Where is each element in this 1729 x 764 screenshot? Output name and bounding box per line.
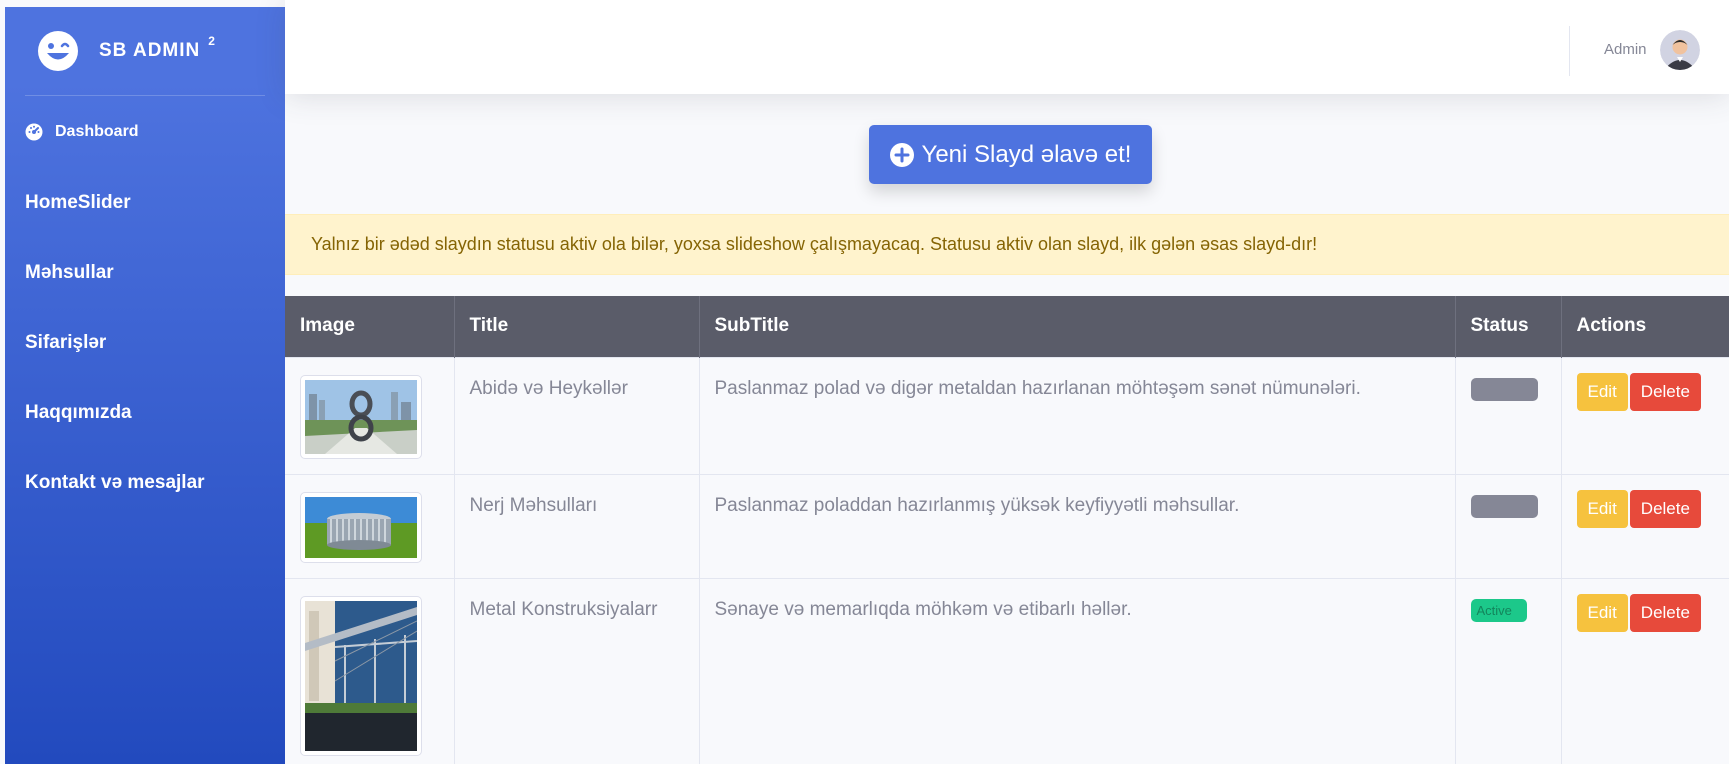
subtitle-cell: Sənaye və memarlıqda möhkəm və etibarlı … xyxy=(699,577,1456,764)
plus-circle-icon xyxy=(889,142,914,167)
user-name[interactable]: Admin xyxy=(1604,41,1647,58)
sidebar-item-products[interactable]: Məhsullar xyxy=(5,238,285,308)
tachometer-icon xyxy=(25,123,43,141)
col-header-status: Status xyxy=(1455,296,1562,357)
status-badge xyxy=(1470,377,1538,401)
table-row: Abidə və Heykəllər Paslanmaz polad və di… xyxy=(285,356,1729,474)
slide-thumbnail xyxy=(300,595,422,756)
table-row: Metal Konstruksiyalarr Sənaye və memarlı… xyxy=(285,577,1729,764)
subtitle-cell: Paslanmaz polad və digər metaldan hazırl… xyxy=(699,356,1456,474)
slide-thumbnail xyxy=(300,374,422,459)
avatar[interactable] xyxy=(1660,30,1700,70)
sidebar-item-about[interactable]: Haqqımızda xyxy=(5,378,285,448)
sidebar: SB ADMIN 2 Dashboard HomeSlider Məhsulla… xyxy=(5,7,285,764)
status-badge: Active xyxy=(1470,598,1527,622)
edit-button[interactable]: Edit xyxy=(1576,372,1628,411)
col-header-image: Image xyxy=(285,296,455,357)
image-cell xyxy=(285,577,455,764)
subtitle-cell: Paslanmaz poladdan hazırlanmış yüksək ke… xyxy=(699,473,1456,578)
sidebar-item-orders[interactable]: Sifarişlər xyxy=(5,308,285,378)
tank-image xyxy=(305,496,417,558)
actions-cell: Edit Delete xyxy=(1561,473,1729,578)
sidebar-item-label: Dashboard xyxy=(55,123,139,140)
alert-text: Yalnız bir ədəd slaydın statusu aktiv ol… xyxy=(311,234,1318,254)
status-cell xyxy=(1455,356,1562,474)
delete-button[interactable]: Delete xyxy=(1629,489,1701,528)
image-cell xyxy=(285,473,455,578)
topbar-divider xyxy=(1569,26,1570,76)
col-header-title: Title xyxy=(454,296,700,357)
topbar: Admin xyxy=(285,0,1729,94)
brand-sup: 2 xyxy=(208,34,216,48)
table-header-row: Image Title SubTitle Status Actions xyxy=(285,296,1729,357)
edit-button[interactable]: Edit xyxy=(1576,489,1628,528)
col-header-subtitle: SubTitle xyxy=(699,296,1456,357)
brand-name: SB ADMIN xyxy=(99,40,201,61)
status-badge xyxy=(1470,494,1538,518)
table-row: Nerj Məhsulları Paslanmaz poladdan hazır… xyxy=(285,473,1729,578)
title-cell: Nerj Məhsulları xyxy=(454,473,700,578)
sidebar-item-contact[interactable]: Kontakt və mesajlar xyxy=(5,448,285,518)
user-avatar-icon xyxy=(1660,30,1700,70)
title-cell: Metal Konstruksiyalarr xyxy=(454,577,700,764)
status-cell xyxy=(1455,473,1562,578)
sidebar-item-dashboard[interactable]: Dashboard xyxy=(5,96,285,168)
sidebar-item-label: Haqqımızda xyxy=(25,402,132,423)
delete-button[interactable]: Delete xyxy=(1629,372,1701,411)
delete-button[interactable]: Delete xyxy=(1629,593,1701,632)
sidebar-item-label: HomeSlider xyxy=(25,192,131,213)
warning-alert: Yalnız bir ədəd slaydın statusu aktiv ol… xyxy=(285,214,1729,275)
edit-button[interactable]: Edit xyxy=(1576,593,1628,632)
sculpture-image xyxy=(305,379,417,454)
col-header-actions: Actions xyxy=(1561,296,1729,357)
title-cell: Abidə və Heykəllər xyxy=(454,356,700,474)
slides-table: Image Title SubTitle Status Actions Abid… xyxy=(285,296,1729,764)
actions-cell: Edit Delete xyxy=(1561,577,1729,764)
sidebar-item-homeslider[interactable]: HomeSlider xyxy=(5,168,285,238)
sidebar-item-label: Məhsullar xyxy=(25,262,114,283)
metal-structure-image xyxy=(305,600,417,751)
actions-cell: Edit Delete xyxy=(1561,356,1729,474)
laugh-wink-icon xyxy=(38,31,78,71)
add-slide-button[interactable]: Yeni Slayd əlavə et! xyxy=(869,125,1152,184)
status-cell: Active xyxy=(1455,577,1562,764)
add-slide-label: Yeni Slayd əlavə et! xyxy=(921,140,1132,168)
sidebar-brand[interactable]: SB ADMIN 2 xyxy=(5,7,285,95)
image-cell xyxy=(285,356,455,474)
sidebar-item-label: Sifarişlər xyxy=(25,332,107,353)
slide-thumbnail xyxy=(300,491,422,563)
sidebar-item-label: Kontakt və mesajlar xyxy=(25,472,205,493)
